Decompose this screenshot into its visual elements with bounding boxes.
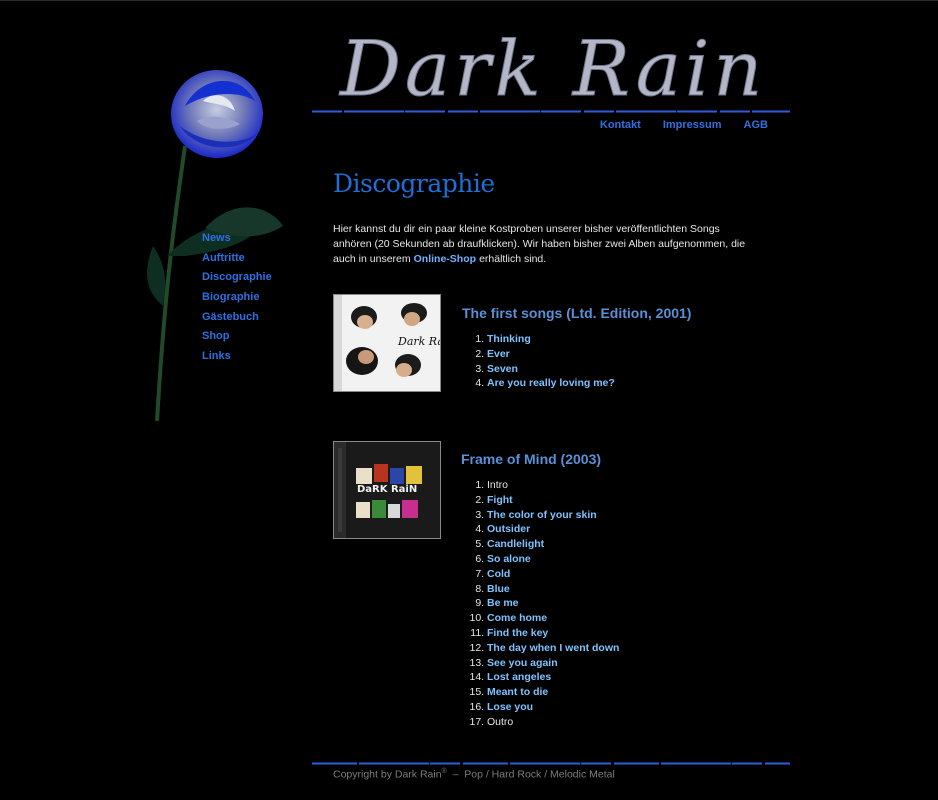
sidebar-item-discographie[interactable]: Discographie [202,271,272,291]
track-item: So alone [487,552,619,567]
dark-rain-logo: Dark Rain [338,24,766,114]
track-name: Outro [487,715,514,728]
track-item: Outro [487,715,619,730]
track-link[interactable]: The color of your skin [487,509,597,521]
track-link[interactable]: Seven [487,363,518,375]
sidebar-item-news[interactable]: News [202,232,272,252]
footer-divider [312,762,790,765]
track-link[interactable]: The day when I went down [487,642,619,654]
track-item: Find the key [487,626,619,641]
svg-text:Dark Rain: Dark Rain [338,24,766,113]
header-divider [312,110,790,113]
track-link[interactable]: See you again [487,657,558,669]
sidebar-nav: News Auftritte Discographie Biographie G… [202,232,272,370]
svg-text:Dark Rain: Dark Rain [397,335,440,348]
track-item: Are you really loving me? [487,376,615,391]
track-item: Come home [487,611,619,626]
album-cover-frame-of-mind[interactable]: DaRK RaiN [333,441,441,539]
track-link[interactable]: Cold [487,568,510,580]
track-item: Cold [487,567,619,582]
album-title: The first songs (Ltd. Edition, 2001) [462,305,692,321]
track-link[interactable]: Lose you [487,701,533,713]
track-link[interactable]: Candlelight [487,538,544,550]
track-item: Lose you [487,700,619,715]
track-item: Fight [487,493,619,508]
track-link[interactable]: Come home [487,612,547,624]
track-link[interactable]: So alone [487,553,531,565]
tracklist-first-songs: Thinking Ever Seven Are you really loving m… [465,332,615,391]
track-link[interactable]: Blue [487,583,510,595]
track-link[interactable]: Be me [487,597,519,609]
track-link[interactable]: Ever [487,348,510,360]
track-item: Candlelight [487,537,619,552]
track-link[interactable]: Are you really loving me? [487,377,615,389]
page-title: Discographie [333,169,495,198]
track-link[interactable]: Thinking [487,333,531,345]
track-link[interactable]: Fight [487,494,513,506]
footer-copyright: Copyright by Dark Rain [333,768,442,781]
online-shop-link[interactable]: Online-Shop [414,253,476,265]
track-item: Be me [487,596,619,611]
track-item: Blue [487,582,619,597]
sidebar-item-gaestebuch[interactable]: Gästebuch [202,311,272,331]
album-title: Frame of Mind (2003) [461,451,602,467]
track-item: Lost angeles [487,670,619,685]
track-item: Intro [487,478,619,493]
sidebar-item-auftritte[interactable]: Auftritte [202,252,272,272]
track-name: Intro [487,479,509,491]
footer: Copyright by Dark Rain® – Pop / Hard Roc… [333,768,615,781]
track-item: See you again [487,656,619,671]
track-link[interactable]: Meant to die [487,686,548,698]
track-link[interactable]: Find the key [487,627,548,639]
track-item: Meant to die [487,685,619,700]
svg-text:DaRK RaiN: DaRK RaiN [357,484,417,495]
tracklist-frame-of-mind: Intro Fight The color of your skin Outsider… [465,478,619,730]
track-item: Ever [487,347,615,362]
footer-separator: – [452,768,459,781]
track-link[interactable]: Outsider [487,523,530,535]
sidebar-item-links[interactable]: Links [202,350,272,370]
track-item: Outsider [487,522,619,537]
intro-text-end: erhältlich sind. [479,253,547,265]
nav-kontakt[interactable]: Kontakt [600,119,641,131]
nav-agb[interactable]: AGB [744,119,768,131]
registered-mark: ® [441,768,447,775]
footer-genre: Pop / Hard Rock / Melodic Metal [464,768,615,781]
album-cover-first-songs[interactable]: Dark Rain [333,294,441,392]
track-link[interactable]: Lost angeles [487,671,551,683]
track-item: The color of your skin [487,508,619,523]
intro-text: Hier kannst du dir ein paar kleine Kostp… [333,222,753,267]
sidebar-item-biographie[interactable]: Biographie [202,291,272,311]
track-item: Thinking [487,332,615,347]
track-item: Seven [487,362,615,377]
sidebar-item-shop[interactable]: Shop [202,330,272,350]
track-item: The day when I went down [487,641,619,656]
nav-impressum[interactable]: Impressum [663,119,722,131]
top-nav: Kontakt Impressum AGB [600,119,768,131]
